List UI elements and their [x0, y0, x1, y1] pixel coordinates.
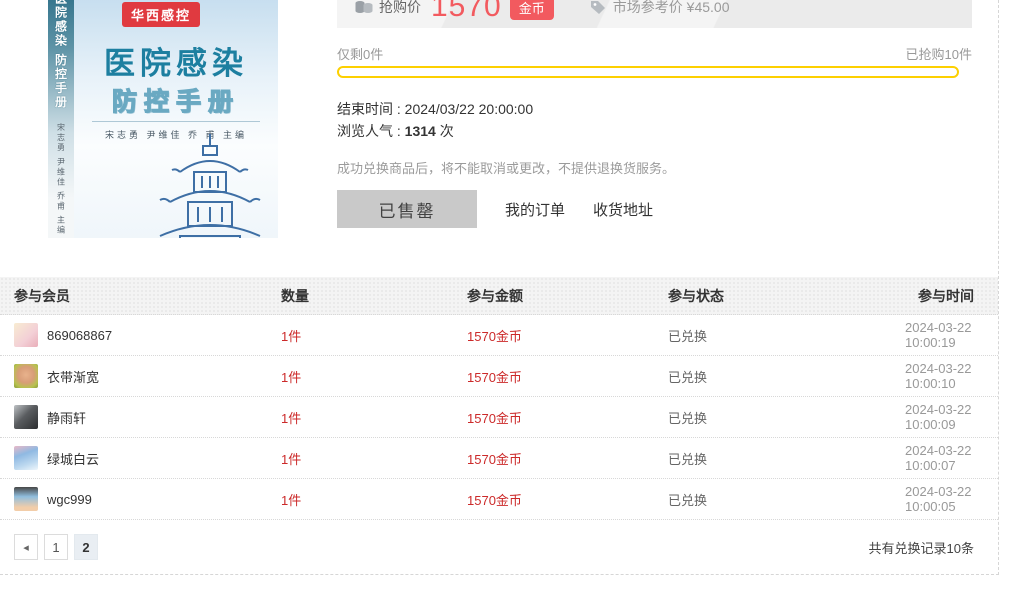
- views-row: 浏览人气 : 1314 次: [337, 121, 454, 141]
- row-quantity: 1件: [281, 492, 302, 508]
- member-name: 绿城白云: [47, 451, 100, 467]
- row-amount: 1570金币: [467, 410, 522, 426]
- row-amount: 1570金币: [467, 328, 522, 344]
- book-cover: 医院感染 防控手册 宋志勇 尹维佳 乔甫 主编 华西感控 医院感染 防控手册 宋…: [48, 0, 278, 238]
- pager: ◂ 1 2: [14, 534, 104, 560]
- product-detail-panel: 抢购价 1570 金币 市场参考价 ¥45.00 仅剩0件 已抢购10件 结束时…: [337, 0, 972, 228]
- shipping-address-link[interactable]: 收货地址: [593, 199, 653, 220]
- book-title-line1: 医院感染: [104, 46, 248, 81]
- member-avatar: [14, 446, 38, 470]
- stock-remaining: 仅剩0件: [337, 47, 384, 62]
- row-amount: 1570金币: [467, 492, 522, 508]
- price-banner: 抢购价 1570 金币 市场参考价 ¥45.00: [337, 0, 972, 28]
- table-row: 静雨轩 1件 1570金币 已兑换 2024-03-22 10:00:09: [0, 397, 998, 438]
- row-amount: 1570金币: [467, 369, 522, 385]
- table-header: 参与会员 数量 参与金额 参与状态 参与时间: [0, 277, 998, 315]
- row-quantity: 1件: [281, 451, 302, 467]
- book-cover-front: 华西感控 医院感染 防控手册 宋志勇 尹维佳 乔 甫 主编: [74, 0, 278, 238]
- book-title-line2: 防控手册: [111, 87, 240, 116]
- header-amount: 参与金额: [467, 287, 523, 304]
- row-status: 已兑换: [668, 328, 708, 344]
- member-avatar: [14, 364, 38, 388]
- market-price-label: 市场参考价 ¥45.00: [612, 0, 730, 15]
- product-image[interactable]: 医院感染 防控手册 宋志勇 尹维佳 乔甫 主编 华西感控 医院感染 防控手册 宋…: [48, 0, 278, 238]
- header-quantity: 数量: [281, 287, 309, 304]
- price-label: 抢购价: [379, 0, 421, 15]
- end-time-row: 结束时间 : 2024/03/22 20:00:00: [337, 99, 533, 119]
- views-count: 1314: [404, 123, 436, 139]
- row-status: 已兑换: [668, 410, 708, 426]
- member-avatar: [14, 323, 38, 347]
- table-row: 衣带渐宽 1件 1570金币 已兑换 2024-03-22 10:00:10: [0, 356, 998, 397]
- stock-progress-bar: [337, 66, 959, 78]
- row-quantity: 1件: [281, 369, 302, 385]
- page-button-1[interactable]: 1: [44, 534, 68, 560]
- row-time: 2024-03-22 10:00:19: [905, 320, 972, 350]
- publisher-badge: 华西感控: [122, 2, 201, 27]
- row-quantity: 1件: [281, 410, 302, 426]
- exchange-notice: 成功兑换商品后，将不能取消或更改，不提供退换货服务。: [337, 161, 676, 176]
- prev-page-icon: ◂: [23, 541, 29, 554]
- page-button-2-current[interactable]: 2: [74, 534, 98, 560]
- coins-icon: [355, 1, 373, 13]
- price-unit-badge: 金币: [509, 0, 554, 20]
- stock-purchased: 已抢购10件: [905, 47, 972, 62]
- row-time: 2024-03-22 10:00:10: [905, 361, 972, 391]
- views-unit: 次: [439, 123, 454, 139]
- member-name: 869068867: [47, 327, 113, 343]
- table-row: wgc999 1件 1570金币 已兑换 2024-03-22 10:00:05: [0, 479, 998, 520]
- book-spine-title: 医院感染 防控手册: [53, 0, 68, 110]
- price-tag-icon: [590, 1, 605, 14]
- row-status: 已兑换: [668, 451, 708, 467]
- header-status: 参与状态: [668, 287, 724, 304]
- member-avatar: [14, 487, 38, 511]
- table-row: 绿城白云 1件 1570金币 已兑换 2024-03-22 10:00:07: [0, 438, 998, 479]
- header-time: 参与时间: [918, 287, 974, 304]
- my-orders-link[interactable]: 我的订单: [505, 199, 565, 220]
- actions-row: 已售罄 我的订单 收货地址: [337, 190, 653, 228]
- cover-divider: [92, 121, 260, 122]
- pagination-row: ◂ 1 2 共有兑换记录10条: [0, 534, 998, 560]
- prev-page-button[interactable]: ◂: [14, 534, 38, 560]
- records-total-text: 共有兑换记录10条: [868, 540, 974, 556]
- member-name: 衣带渐宽: [47, 369, 100, 385]
- views-label: 浏览人气 :: [337, 123, 401, 139]
- table-row: 869068867 1件 1570金币 已兑换 2024-03-22 10:00…: [0, 315, 998, 356]
- pagoda-illustration: [159, 134, 261, 238]
- member-name: 静雨轩: [47, 410, 87, 426]
- row-time: 2024-03-22 10:00:09: [905, 402, 972, 432]
- exchange-detail-page: 医院感染 防控手册 宋志勇 尹维佳 乔甫 主编 华西感控 医院感染 防控手册 宋…: [0, 0, 999, 575]
- row-time: 2024-03-22 10:00:07: [905, 443, 972, 473]
- book-spine: 医院感染 防控手册 宋志勇 尹维佳 乔甫 主编: [48, 0, 74, 238]
- row-time: 2024-03-22 10:00:05: [905, 484, 972, 514]
- row-amount: 1570金币: [467, 451, 522, 467]
- row-quantity: 1件: [281, 328, 302, 344]
- row-status: 已兑换: [668, 492, 708, 508]
- row-status: 已兑换: [668, 369, 708, 385]
- end-time-value: 2024/03/22 20:00:00: [404, 101, 534, 117]
- member-name: wgc999: [47, 491, 92, 507]
- price-value: 1570: [431, 0, 502, 23]
- product-section: 医院感染 防控手册 宋志勇 尹维佳 乔甫 主编 华西感控 医院感染 防控手册 宋…: [0, 0, 998, 258]
- member-avatar: [14, 405, 38, 429]
- exchange-records-table: 参与会员 数量 参与金额 参与状态 参与时间 869068867 1件 1570…: [0, 277, 998, 560]
- book-spine-authors: 宋志勇 尹维佳 乔甫 主编: [56, 123, 66, 237]
- end-time-label: 结束时间 :: [337, 101, 401, 117]
- stock-row: 仅剩0件 已抢购10件: [337, 44, 972, 63]
- sold-out-button[interactable]: 已售罄: [337, 190, 477, 228]
- header-member: 参与会员: [14, 287, 70, 304]
